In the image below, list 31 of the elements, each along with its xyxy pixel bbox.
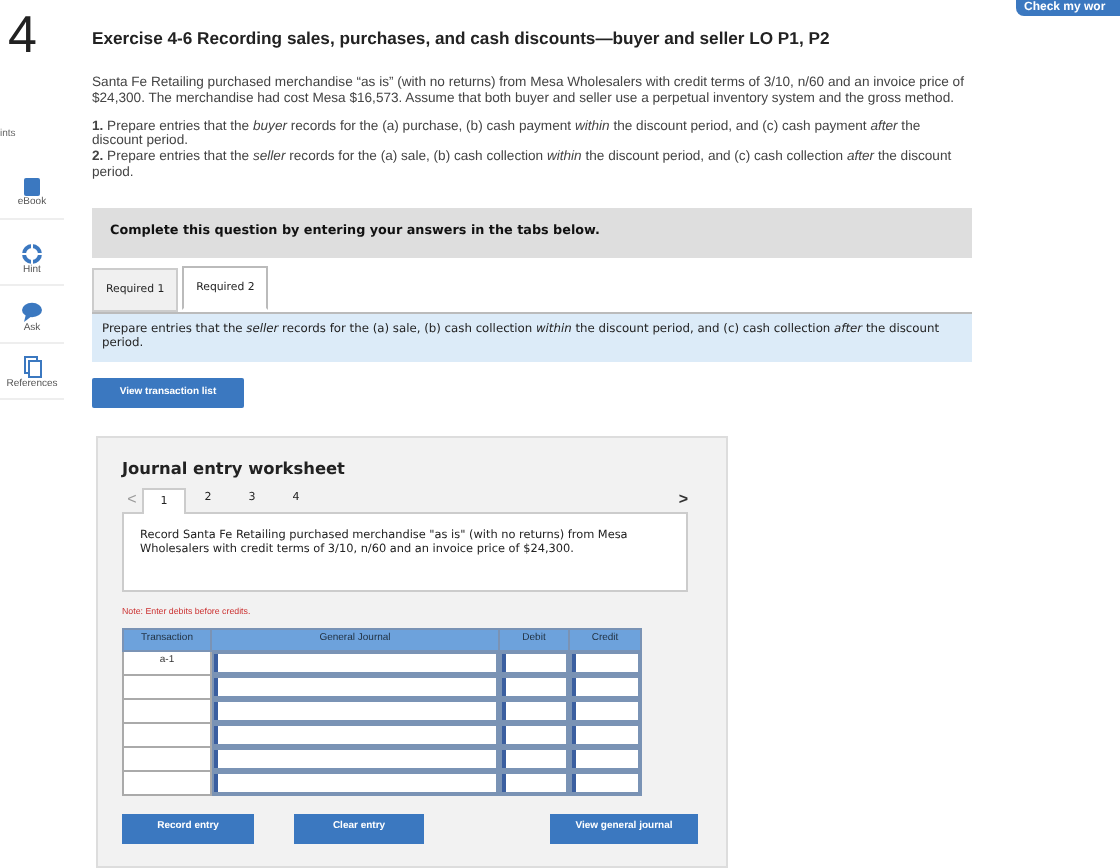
transaction-cell — [123, 770, 211, 795]
question-number: 4 — [8, 8, 37, 60]
debit-input-field[interactable] — [502, 725, 566, 744]
account-input-field[interactable] — [214, 653, 496, 672]
credit-input-field[interactable] — [572, 653, 638, 672]
debit-input-field[interactable] — [502, 773, 566, 792]
book-icon — [24, 178, 40, 196]
debit-input-field[interactable] — [502, 749, 566, 768]
transaction-cell — [123, 698, 211, 723]
debit-input-field[interactable] — [502, 677, 566, 696]
transaction-cell — [123, 674, 211, 699]
lifebuoy-icon — [22, 243, 42, 263]
transaction-cell — [123, 722, 211, 747]
next-button[interactable]: > — [678, 492, 688, 512]
worksheet-title: Journal entry worksheet — [122, 458, 347, 478]
exercise-title: Exercise 4-6 Recording sales, purchases, and cash discounts—buyer and seller LO P1, P2 — [92, 28, 832, 48]
credit-input-field[interactable] — [572, 773, 638, 792]
debit-input-field[interactable] — [502, 701, 566, 720]
account-input-field[interactable] — [214, 701, 496, 720]
credit-input-field[interactable] — [572, 749, 638, 768]
credit-input-field[interactable] — [572, 725, 638, 744]
speech-bubble-icon — [22, 301, 42, 321]
account-input-field[interactable] — [214, 725, 496, 744]
transaction-cell — [123, 746, 211, 771]
documents-icon — [23, 356, 41, 378]
credit-input-field[interactable] — [572, 677, 638, 696]
debit-input-field[interactable] — [502, 653, 566, 672]
account-input-field[interactable] — [214, 677, 496, 696]
account-input-field[interactable] — [214, 773, 496, 792]
account-input-field[interactable] — [214, 749, 496, 768]
credit-input-field[interactable] — [572, 701, 638, 720]
